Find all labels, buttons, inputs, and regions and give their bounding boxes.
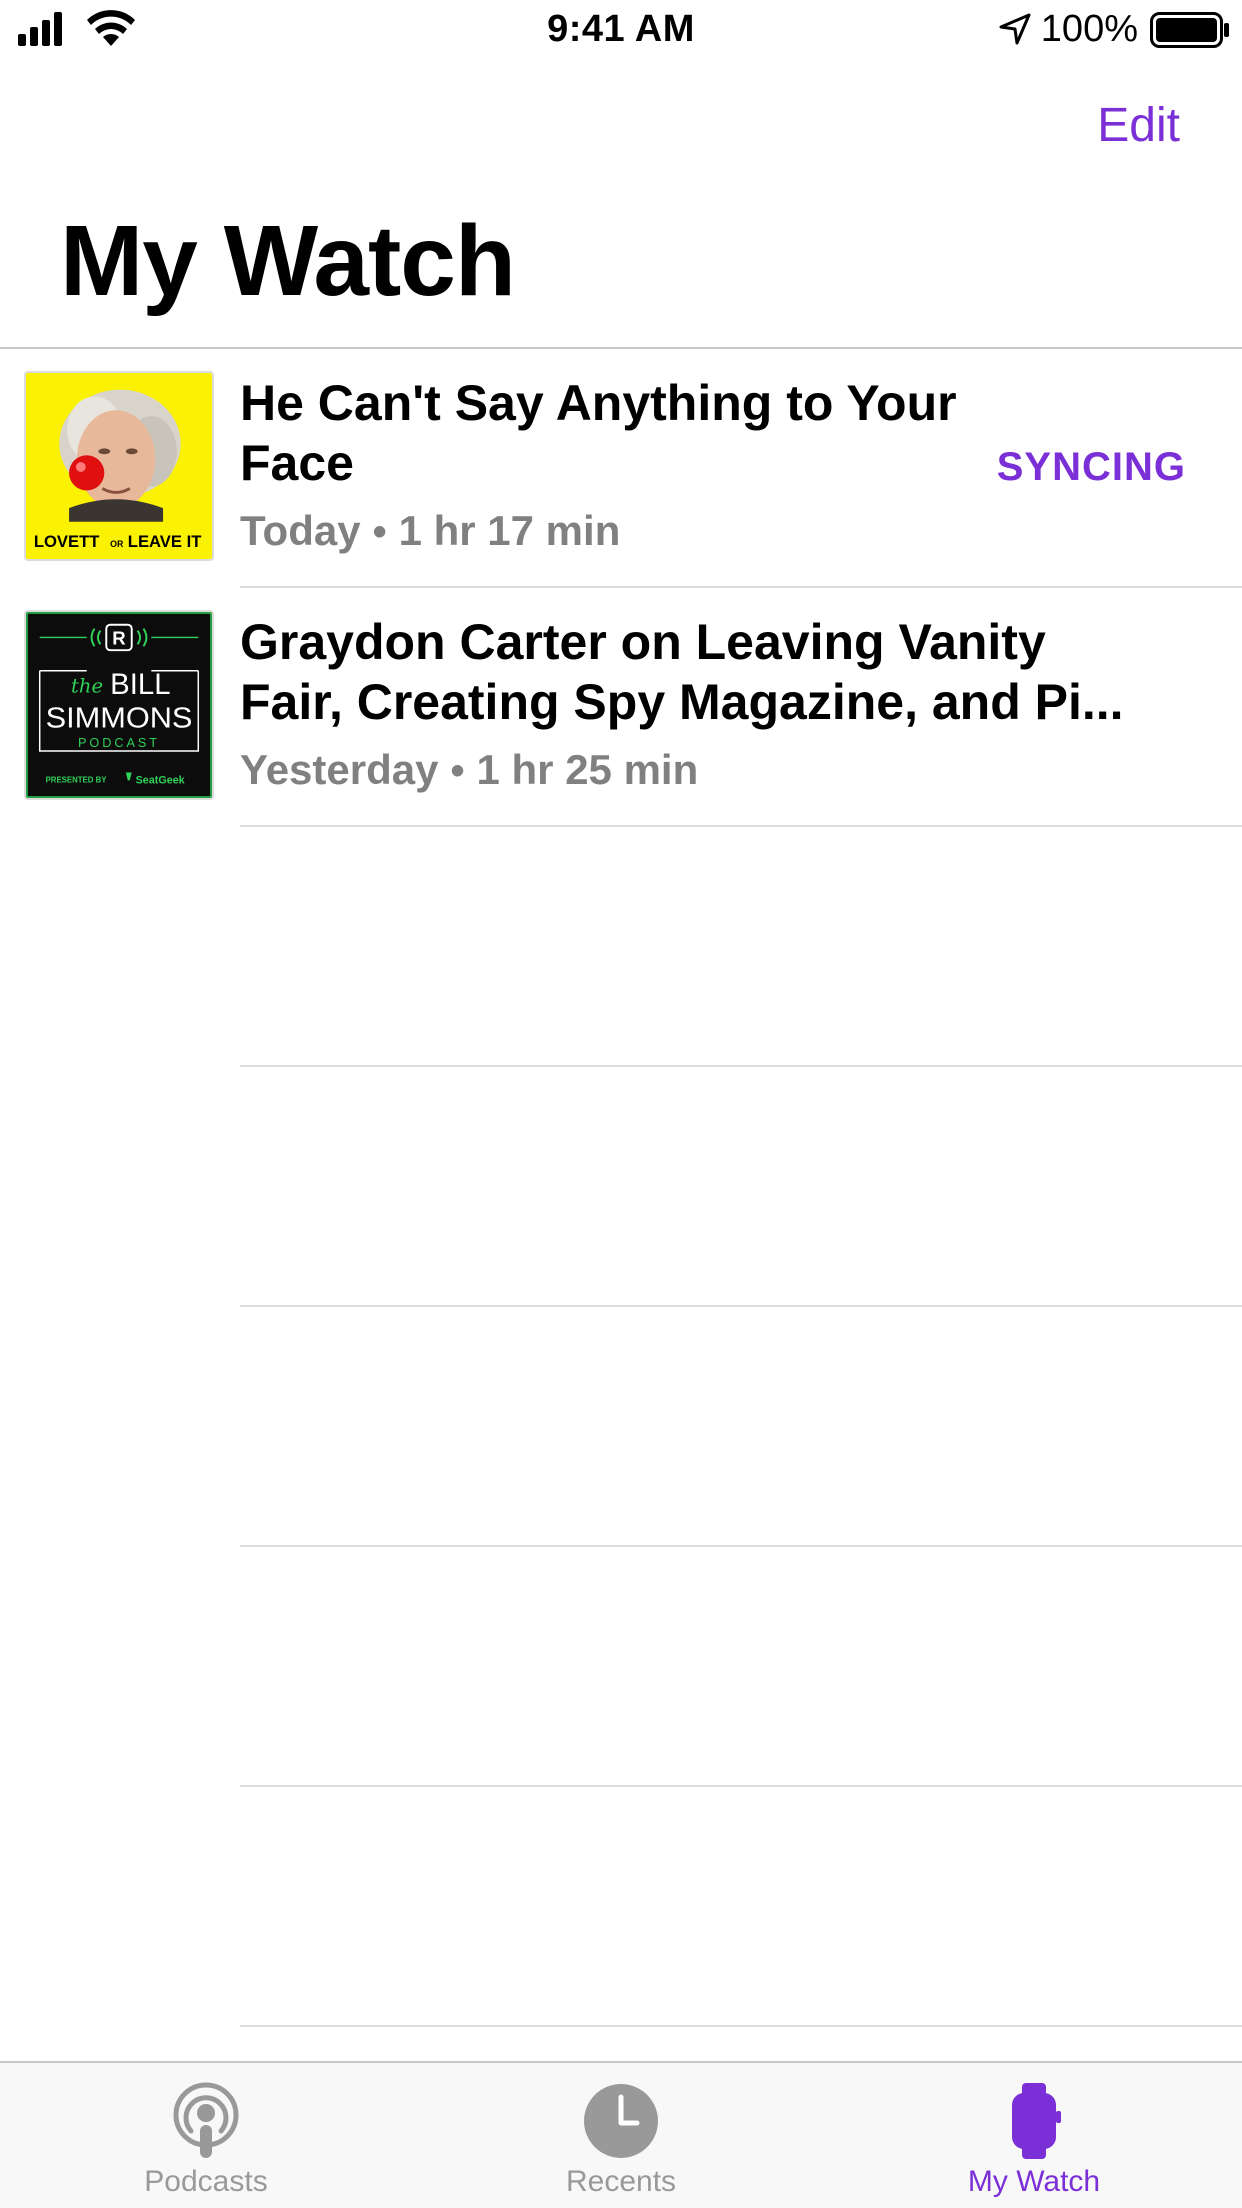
tab-recents[interactable]: Recents xyxy=(471,2081,771,2199)
watch-icon xyxy=(1012,2083,1061,2159)
bill-simmons-podcast-artwork: R the BILL SIMMONS PODCAST PRESENTED BY … xyxy=(24,610,214,800)
episode-row[interactable]: R the BILL SIMMONS PODCAST PRESENTED BY … xyxy=(0,588,1242,827)
empty-row xyxy=(0,827,1242,1067)
episode-duration: 1 hr 25 min xyxy=(476,746,699,793)
podcasts-icon xyxy=(173,2082,239,2158)
battery-icon xyxy=(1150,12,1229,48)
empty-row xyxy=(0,1067,1242,1307)
episode-title: Graydon Carter on Leaving Vanity Fair, C… xyxy=(240,614,1124,730)
artwork-text-the: the xyxy=(71,674,103,697)
tab-label: My Watch xyxy=(967,2165,1101,2198)
row-divider xyxy=(240,2025,1242,2027)
empty-row xyxy=(0,1787,1242,2027)
artwork-text-bill: BILL xyxy=(110,668,170,701)
artwork-text-presented: PRESENTED BY xyxy=(46,775,108,784)
page-title: My Watch xyxy=(60,205,516,317)
tab-label: Podcasts xyxy=(144,2165,268,2198)
episode-duration: 1 hr 17 min xyxy=(398,507,621,554)
status-bar: 9:41 AM 100% xyxy=(0,0,1242,60)
artwork-text-sponsor: SeatGeek xyxy=(136,774,185,786)
clock-icon xyxy=(584,2084,658,2158)
tab-my-watch[interactable]: My Watch xyxy=(884,2081,1184,2199)
artwork-text-left: LOVETT xyxy=(34,532,100,551)
episode-title: He Can't Say Anything to Your Face xyxy=(240,375,957,491)
edit-button[interactable]: Edit xyxy=(1097,98,1180,153)
lovett-or-leave-it-artwork: LOVETT OR LEAVE IT xyxy=(24,371,214,561)
battery-percentage: 100% xyxy=(1040,8,1138,50)
episode-date: Today xyxy=(240,507,361,554)
artwork-text-right: LEAVE IT xyxy=(128,532,202,551)
episode-meta: Yesterday • 1 hr 25 min xyxy=(240,746,698,794)
episode-date: Yesterday xyxy=(240,746,439,793)
tab-label: Recents xyxy=(565,2165,677,2198)
episode-row[interactable]: LOVETT OR LEAVE IT He Can't Say Anything… xyxy=(0,349,1242,588)
episode-list: LOVETT OR LEAVE IT He Can't Say Anything… xyxy=(0,349,1242,2027)
location-arrow-icon xyxy=(999,13,1031,45)
episode-meta: Today • 1 hr 17 min xyxy=(240,507,620,555)
empty-row xyxy=(0,1547,1242,1787)
artwork-text-simmons: SIMMONS xyxy=(46,703,193,735)
syncing-status: SYNCING xyxy=(996,445,1186,489)
tab-bar: Podcasts Recents My Watch xyxy=(0,2061,1242,2208)
meta-separator: • xyxy=(450,749,465,793)
meta-separator: • xyxy=(372,510,387,554)
tab-podcasts[interactable]: Podcasts xyxy=(56,2081,356,2199)
artwork-logo-letter: R xyxy=(112,627,126,648)
artwork-text-podcast: PODCAST xyxy=(78,735,160,750)
empty-row xyxy=(0,1307,1242,1547)
artwork-text-mid: OR xyxy=(110,539,124,549)
